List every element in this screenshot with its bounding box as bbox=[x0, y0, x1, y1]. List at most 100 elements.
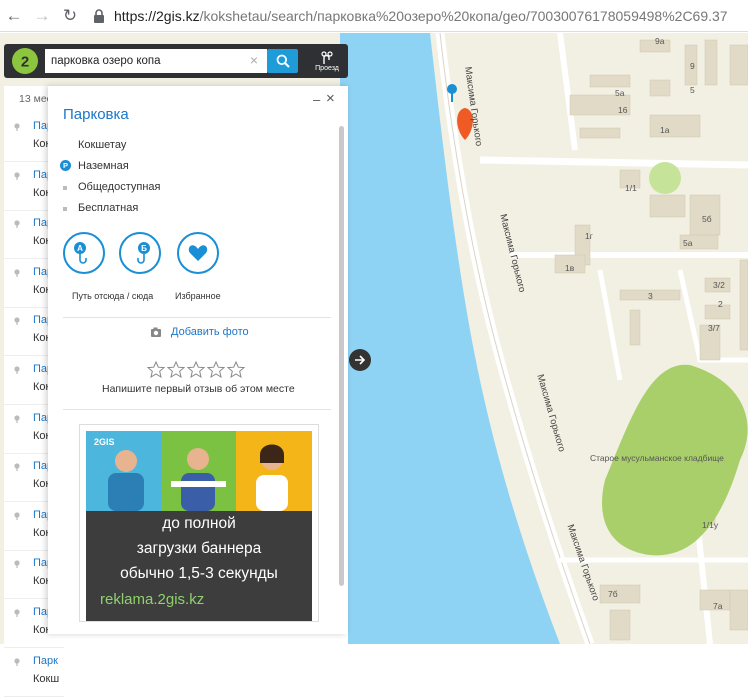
banner-line-2: загрузки баннера bbox=[136, 540, 262, 557]
review-hint[interactable]: Напишите первый отзыв об этом месте bbox=[102, 383, 295, 395]
building-number: 1/1у bbox=[702, 520, 719, 530]
building-number: 3/7 bbox=[708, 323, 720, 333]
svg-text:2: 2 bbox=[21, 54, 29, 71]
route-button[interactable]: Проезд bbox=[306, 44, 348, 78]
pin-icon bbox=[14, 317, 20, 326]
close-button[interactable]: × bbox=[326, 90, 335, 107]
building-number: 3 bbox=[648, 291, 653, 301]
route-from-button[interactable]: А bbox=[63, 232, 105, 274]
card-title[interactable]: Парковка bbox=[63, 106, 129, 123]
result-title: Парк bbox=[33, 654, 58, 667]
clear-search-icon[interactable]: × bbox=[247, 53, 261, 67]
browser-toolbar: ← → ↻ https://2gis.kz/kokshetau/search/п… bbox=[0, 0, 748, 32]
search-input[interactable] bbox=[45, 49, 267, 73]
route-label: Путь отсюда / сюда bbox=[72, 291, 154, 301]
star-icon[interactable] bbox=[147, 361, 165, 378]
cemetery-label: Старое мусульманское кладбище bbox=[590, 453, 724, 463]
back-arrow-icon[interactable]: ← bbox=[0, 2, 28, 30]
search-bar: 2 × Проезд bbox=[4, 44, 348, 78]
building-number: 1/1 bbox=[625, 183, 637, 193]
route-to-button[interactable]: Б bbox=[119, 232, 161, 274]
building-number: 2 bbox=[718, 299, 723, 309]
divider bbox=[63, 409, 331, 410]
bullet-icon bbox=[63, 207, 67, 211]
building-number: 9а bbox=[655, 36, 665, 46]
banner-photo bbox=[236, 431, 312, 511]
attr-city: Кокшетау bbox=[78, 139, 127, 151]
forward-arrow-icon[interactable]: → bbox=[28, 2, 56, 30]
bullet-icon bbox=[63, 186, 67, 190]
route-from-icon: А bbox=[74, 242, 87, 264]
banner-photo bbox=[161, 431, 236, 511]
parking-icon: P bbox=[60, 160, 71, 171]
pin-icon bbox=[14, 171, 20, 180]
place-card: – × Парковка Кокшетау P Наземная Общедос… bbox=[48, 86, 348, 634]
building-number: 16 bbox=[618, 105, 628, 115]
building-number: 7б bbox=[608, 589, 618, 599]
attr-access: Общедоступная bbox=[78, 181, 161, 193]
route-to-icon: Б bbox=[137, 242, 150, 264]
pin-icon bbox=[14, 220, 20, 229]
add-photo-link[interactable]: Добавить фото bbox=[171, 326, 249, 338]
star-icon[interactable] bbox=[207, 361, 225, 378]
minimize-button[interactable]: – bbox=[313, 92, 320, 107]
banner-line-1: до полной bbox=[162, 515, 236, 532]
reload-icon[interactable]: ↻ bbox=[56, 2, 84, 30]
lock-icon bbox=[94, 8, 104, 23]
results-count: 13 мес bbox=[19, 93, 52, 105]
building-number: 5а bbox=[683, 238, 693, 248]
person-illustration bbox=[108, 450, 144, 511]
badge-b: Б bbox=[141, 244, 147, 253]
arrow-right-icon bbox=[355, 355, 366, 365]
scrollbar[interactable] bbox=[339, 126, 344, 586]
attr-type: Наземная bbox=[78, 160, 129, 172]
pin-icon bbox=[14, 366, 20, 374]
building-number: 5б bbox=[702, 214, 712, 224]
banner-line-3: обычно 1,5-3 секунды bbox=[120, 565, 278, 582]
person-illustration bbox=[256, 444, 288, 511]
heart-icon bbox=[188, 245, 208, 261]
building-number: 1в bbox=[565, 263, 575, 273]
pin-icon bbox=[14, 123, 20, 131]
star-icon[interactable] bbox=[167, 361, 185, 378]
rating-stars[interactable] bbox=[147, 361, 245, 378]
collapse-arrow-button[interactable] bbox=[349, 349, 371, 371]
pin-icon bbox=[14, 414, 20, 423]
pin-icon bbox=[14, 657, 20, 666]
pin-icon bbox=[14, 512, 20, 520]
banner-photo: 2GIS bbox=[86, 431, 161, 511]
camera-icon bbox=[151, 327, 161, 337]
divider bbox=[63, 317, 331, 318]
attr-price: Бесплатная bbox=[78, 202, 139, 214]
star-icon[interactable] bbox=[187, 361, 205, 378]
2gis-logo-icon: 2 bbox=[12, 48, 38, 74]
building-number: 1г bbox=[585, 231, 593, 241]
pin-icon bbox=[14, 609, 20, 617]
favorite-label: Избранное bbox=[175, 291, 221, 301]
search-icon bbox=[276, 54, 290, 68]
building-number: 5а bbox=[615, 88, 625, 98]
building-number: 3/2 bbox=[713, 280, 725, 290]
url-path: /kokshetau/search/парковка%20озеро%20коп… bbox=[199, 7, 728, 24]
address-bar[interactable]: https://2gis.kz/kokshetau/search/парковк… bbox=[92, 8, 732, 24]
route-icon bbox=[321, 50, 333, 64]
building-number: 1а bbox=[660, 125, 670, 135]
search-button[interactable] bbox=[267, 49, 298, 73]
favorite-button[interactable] bbox=[177, 232, 219, 274]
star-icon[interactable] bbox=[227, 361, 245, 378]
badge-a: А bbox=[77, 244, 83, 253]
building-number: 7а bbox=[713, 601, 723, 611]
url-host: https://2gis.kz bbox=[114, 7, 200, 24]
ad-banner[interactable]: 2GIS до полной загрузки баннера обычно 1… bbox=[79, 424, 319, 622]
person-illustration bbox=[171, 448, 226, 511]
pin-icon bbox=[14, 269, 20, 277]
route-label: Проезд bbox=[315, 64, 339, 72]
building-number: 9 bbox=[690, 61, 695, 71]
banner-overlay: до полной загрузки баннера обычно 1,5-3 … bbox=[86, 511, 312, 621]
list-item[interactable]: Парк Кокш bbox=[4, 648, 64, 697]
pin-icon bbox=[14, 560, 20, 569]
pin-icon bbox=[14, 463, 20, 472]
building-number: 5 bbox=[690, 85, 695, 95]
result-city: Кокш bbox=[33, 672, 60, 685]
banner-link[interactable]: reklama.2gis.kz bbox=[100, 591, 204, 608]
